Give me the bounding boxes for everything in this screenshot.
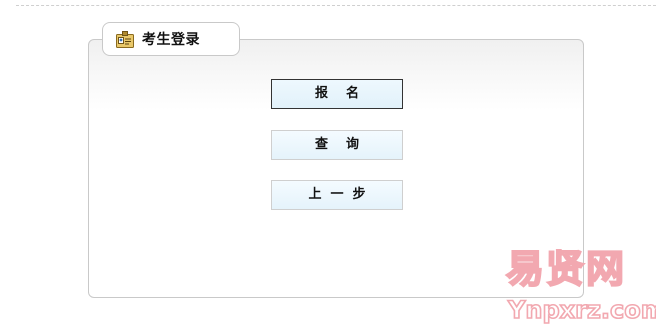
watermark-logo: 易贤网 Ynpxrz.com: [500, 238, 656, 330]
panel-title: 考生登录: [142, 32, 200, 48]
panel-header-tab: 考生登录: [102, 22, 240, 56]
svg-text:Ynpxrz.com: Ynpxrz.com: [507, 296, 656, 324]
svg-text:易贤网: 易贤网: [506, 247, 626, 291]
id-card-icon: [116, 30, 134, 48]
signup-button[interactable]: 报 名: [271, 79, 403, 109]
query-button[interactable]: 查 询: [271, 130, 403, 160]
previous-step-button[interactable]: 上 一 步: [271, 180, 403, 210]
top-divider: [16, 5, 656, 6]
